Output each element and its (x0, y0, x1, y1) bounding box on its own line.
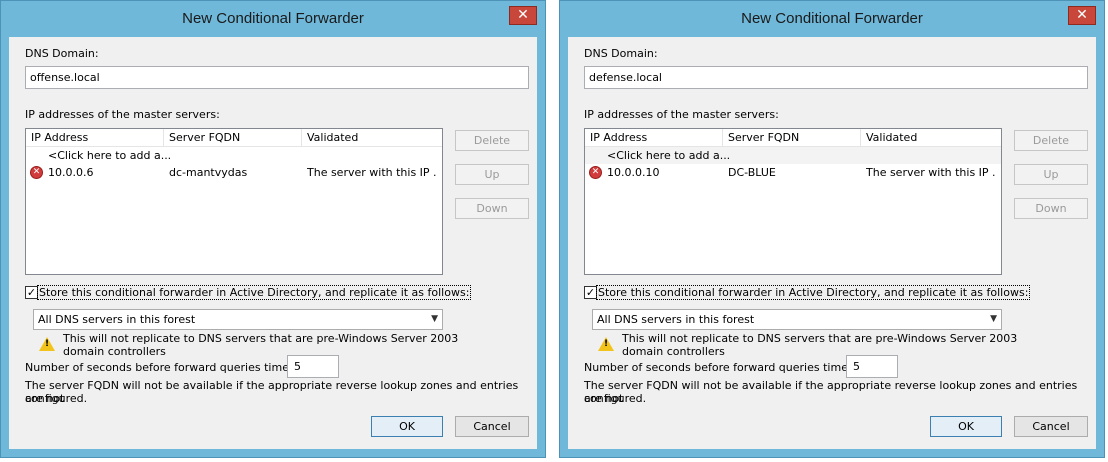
add-server-row[interactable]: <Click here to add a... (26, 147, 442, 164)
conditional-forwarder-dialog-offense: New Conditional Forwarder ✕ DNS Domain: … (0, 0, 546, 458)
replication-scope-value: All DNS servers in this forest (38, 313, 196, 326)
warning-text-line1: This will not replicate to DNS servers t… (622, 332, 1018, 345)
dns-domain-label: DNS Domain: (584, 47, 658, 60)
table-row[interactable]: ✕ 10.0.0.10 DC-BLUE The server with this… (585, 164, 1001, 181)
timeout-input[interactable]: 5 (846, 355, 898, 378)
ok-button[interactable]: OK (930, 416, 1002, 437)
chevron-down-icon: ▼ (431, 314, 438, 324)
master-servers-list[interactable]: IP Address Server FQDN Validated <Click … (584, 128, 1002, 275)
down-button[interactable]: Down (1014, 198, 1088, 219)
conditional-forwarder-dialog-defense: New Conditional Forwarder ✕ DNS Domain: … (559, 0, 1105, 458)
fqdn-note-line1: The server FQDN will not be available if… (584, 379, 1078, 405)
ok-button[interactable]: OK (371, 416, 443, 437)
dns-domain-input[interactable]: defense.local (584, 66, 1088, 89)
chevron-down-icon: ▼ (990, 314, 997, 324)
dialog-title: New Conditional Forwarder (741, 10, 923, 27)
warning-text-line2: domain controllers (622, 345, 725, 358)
timeout-input[interactable]: 5 (287, 355, 339, 378)
up-button[interactable]: Up (1014, 164, 1088, 185)
warning-icon: ! (39, 337, 55, 351)
dialog-client-area: DNS Domain: offense.local IP addresses o… (9, 37, 537, 449)
close-button[interactable]: ✕ (1068, 6, 1096, 25)
fqdn-note-line2: configured. (25, 392, 88, 405)
title-bar[interactable]: New Conditional Forwarder ✕ (1, 1, 545, 37)
delete-button[interactable]: Delete (1014, 130, 1088, 151)
row-validated: The server with this IP ... (866, 166, 996, 179)
row-server-fqdn: DC-BLUE (728, 166, 776, 179)
cancel-button[interactable]: Cancel (1014, 416, 1088, 437)
cancel-button[interactable]: Cancel (455, 416, 529, 437)
error-icon: ✕ (30, 166, 43, 179)
table-row[interactable]: ✕ 10.0.0.6 dc-mantvydas The server with … (26, 164, 442, 181)
column-validated[interactable]: Validated (302, 129, 440, 146)
dns-domain-label: DNS Domain: (25, 47, 99, 60)
warning-text-line2: domain controllers (63, 345, 166, 358)
error-icon: ✕ (589, 166, 602, 179)
add-server-text: <Click here to add a... (48, 149, 172, 162)
title-bar[interactable]: New Conditional Forwarder ✕ (560, 1, 1104, 37)
row-ip-address: 10.0.0.10 (607, 166, 660, 179)
delete-button[interactable]: Delete (455, 130, 529, 151)
down-button[interactable]: Down (455, 198, 529, 219)
row-server-fqdn: dc-mantvydas (169, 166, 248, 179)
list-header: IP Address Server FQDN Validated (26, 129, 442, 147)
close-icon: ✕ (1076, 7, 1088, 23)
column-server-fqdn[interactable]: Server FQDN (723, 129, 861, 146)
fqdn-note-line1: The server FQDN will not be available if… (25, 379, 519, 405)
column-validated[interactable]: Validated (861, 129, 999, 146)
add-server-text: <Click here to add a... (607, 149, 731, 162)
replication-scope-value: All DNS servers in this forest (597, 313, 755, 326)
fqdn-note-line2: configured. (584, 392, 647, 405)
store-in-ad-label[interactable]: Store this conditional forwarder in Acti… (37, 285, 472, 300)
replication-scope-select[interactable]: All DNS servers in this forest ▼ (33, 309, 443, 330)
ip-addresses-label: IP addresses of the master servers: (584, 108, 779, 121)
warning-icon: ! (598, 337, 614, 351)
row-ip-address: 10.0.0.6 (48, 166, 94, 179)
timeout-label: Number of seconds before forward queries… (584, 361, 874, 374)
column-server-fqdn[interactable]: Server FQDN (164, 129, 302, 146)
column-ip-address[interactable]: IP Address (585, 129, 723, 146)
close-button[interactable]: ✕ (509, 6, 537, 25)
column-ip-address[interactable]: IP Address (26, 129, 164, 146)
dialog-client-area: DNS Domain: defense.local IP addresses o… (568, 37, 1096, 449)
dns-domain-input[interactable]: offense.local (25, 66, 529, 89)
dialog-title: New Conditional Forwarder (182, 10, 364, 27)
store-in-ad-label[interactable]: Store this conditional forwarder in Acti… (596, 285, 1031, 300)
replication-scope-select[interactable]: All DNS servers in this forest ▼ (592, 309, 1002, 330)
close-icon: ✕ (517, 7, 529, 23)
warning-text-line1: This will not replicate to DNS servers t… (63, 332, 459, 345)
ip-addresses-label: IP addresses of the master servers: (25, 108, 220, 121)
master-servers-list[interactable]: IP Address Server FQDN Validated <Click … (25, 128, 443, 275)
up-button[interactable]: Up (455, 164, 529, 185)
timeout-label: Number of seconds before forward queries… (25, 361, 315, 374)
list-header: IP Address Server FQDN Validated (585, 129, 1001, 147)
row-validated: The server with this IP ... (307, 166, 437, 179)
add-server-row[interactable]: <Click here to add a... (585, 147, 1001, 164)
